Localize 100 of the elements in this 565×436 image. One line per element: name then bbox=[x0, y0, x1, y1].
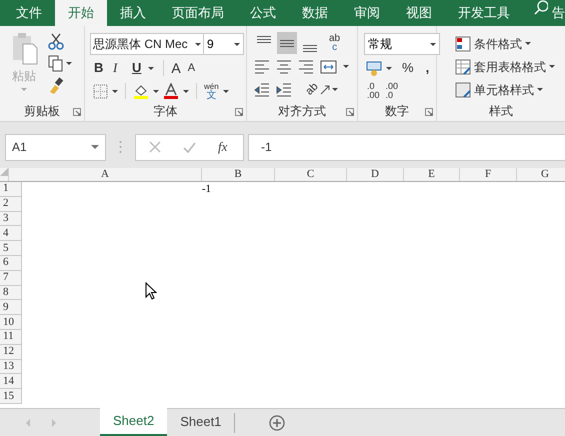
grip-icon bbox=[119, 140, 122, 154]
increase-decimal-button[interactable]: .0 .00 bbox=[367, 82, 380, 100]
column-header[interactable]: A bbox=[9, 168, 202, 181]
copy-icon bbox=[48, 55, 63, 72]
launcher-icon[interactable] bbox=[73, 108, 81, 116]
align-lines-icon bbox=[303, 44, 317, 52]
align-right-icon[interactable] bbox=[298, 58, 314, 74]
caret-icon[interactable] bbox=[430, 42, 436, 46]
caret-icon[interactable] bbox=[549, 65, 555, 68]
name-box[interactable]: A1 bbox=[5, 134, 106, 160]
caret-icon[interactable] bbox=[525, 42, 531, 45]
caret-icon[interactable] bbox=[234, 42, 240, 46]
caret-icon[interactable] bbox=[537, 88, 543, 91]
launcher-icon[interactable] bbox=[425, 108, 433, 116]
style-menu-button[interactable]: 单元格样式 bbox=[455, 80, 565, 99]
paintbrush-icon[interactable] bbox=[48, 77, 64, 94]
row-header[interactable]: 6 bbox=[0, 256, 22, 271]
underline-button[interactable]: U bbox=[132, 58, 142, 78]
caret-icon[interactable] bbox=[222, 90, 229, 92]
row-header[interactable]: 15 bbox=[0, 389, 22, 404]
column-header[interactable]: G bbox=[517, 168, 565, 181]
copy-button[interactable] bbox=[48, 55, 72, 72]
phonetic-button[interactable]: wén 文 bbox=[204, 82, 219, 100]
row-header[interactable]: 14 bbox=[0, 374, 22, 390]
increase-font-size-button[interactable]: A bbox=[171, 58, 181, 78]
align-center-icon[interactable] bbox=[276, 58, 292, 74]
row-header[interactable]: 1 bbox=[0, 182, 22, 197]
wrap-text-button[interactable]: ab c bbox=[329, 34, 340, 52]
row-header[interactable]: 7 bbox=[0, 270, 22, 286]
caret-icon[interactable] bbox=[148, 66, 154, 70]
add-sheet-icon[interactable] bbox=[269, 414, 286, 430]
decrease-font-size-button[interactable]: A bbox=[188, 60, 196, 76]
percent-button[interactable]: % bbox=[402, 58, 414, 78]
checkmark-icon[interactable] bbox=[183, 140, 196, 154]
bold-button[interactable]: B bbox=[94, 58, 106, 78]
row-header[interactable]: 13 bbox=[0, 360, 22, 374]
insert-function-button[interactable]: fx bbox=[218, 137, 228, 157]
caret-icon[interactable] bbox=[66, 62, 72, 65]
style-menu-button[interactable]: 套用表格格式 bbox=[455, 57, 565, 76]
table-cell: -1 bbox=[202, 184, 211, 195]
row-header[interactable]: 2 bbox=[0, 196, 22, 212]
currency-icon[interactable] bbox=[366, 60, 382, 76]
sheet-tab[interactable]: Sheet1 bbox=[167, 408, 234, 436]
increase-indent-icon[interactable] bbox=[276, 82, 292, 98]
caret-icon[interactable] bbox=[386, 66, 392, 70]
font-size-dropdown[interactable]: 9 bbox=[204, 33, 244, 55]
formula-input[interactable]: -1 bbox=[248, 134, 565, 160]
caret-icon[interactable] bbox=[91, 145, 99, 149]
ribbon-tab[interactable]: 数据 bbox=[289, 0, 341, 26]
ribbon-tab[interactable]: 页面布局 bbox=[159, 0, 237, 26]
column-header[interactable]: C bbox=[275, 168, 347, 181]
row-header[interactable]: 10 bbox=[0, 315, 22, 330]
align-left-icon[interactable] bbox=[254, 58, 270, 74]
caret-icon[interactable] bbox=[183, 90, 189, 92]
ribbon-tab[interactable]: 审阅 bbox=[341, 0, 393, 26]
row-header[interactable]: 12 bbox=[0, 344, 22, 360]
font-name-dropdown[interactable]: 思源黑体 CN Mec bbox=[90, 33, 204, 55]
row-header[interactable]: 9 bbox=[0, 300, 22, 316]
caret-icon[interactable] bbox=[332, 88, 338, 91]
conditional-format-icon bbox=[455, 36, 471, 52]
border-icon[interactable] bbox=[93, 84, 108, 98]
vertical-align-button[interactable] bbox=[277, 32, 297, 54]
launcher-icon[interactable] bbox=[346, 108, 354, 116]
row-header[interactable]: 11 bbox=[0, 330, 22, 345]
merge-cells-icon[interactable] bbox=[320, 58, 337, 74]
ribbon-tab[interactable]: 文件 bbox=[3, 0, 55, 26]
tell-me-text[interactable]: 告 bbox=[552, 3, 565, 23]
caret-icon[interactable] bbox=[153, 90, 159, 92]
arrow-icon bbox=[320, 84, 330, 94]
group-label: 对齐方式 bbox=[278, 103, 326, 120]
style-menu-button[interactable]: 条件格式 bbox=[455, 34, 565, 53]
column-header[interactable]: B bbox=[202, 168, 275, 181]
caret-icon[interactable] bbox=[112, 90, 118, 92]
comma-button[interactable]: , bbox=[426, 58, 430, 78]
ribbon-tab[interactable]: 插入 bbox=[107, 0, 159, 26]
fill-color-icon[interactable] bbox=[133, 82, 149, 100]
ribbon-tab[interactable]: 开始 bbox=[55, 0, 107, 26]
column-header[interactable]: D bbox=[347, 168, 404, 181]
column-header[interactable]: F bbox=[460, 168, 517, 181]
row-header[interactable]: 8 bbox=[0, 286, 22, 300]
row-header[interactable]: 3 bbox=[0, 212, 22, 226]
number-format-dropdown[interactable]: 常规 bbox=[364, 33, 440, 55]
decrease-indent-icon[interactable] bbox=[254, 82, 270, 98]
ribbon-tab[interactable]: 开发工具 bbox=[445, 0, 523, 26]
orientation-button[interactable]: ab bbox=[306, 81, 338, 98]
row-header[interactable]: 4 bbox=[0, 226, 22, 242]
decrease-decimal-button[interactable]: .00 .0 bbox=[386, 82, 398, 100]
font-color-icon[interactable] bbox=[163, 82, 179, 100]
sheet-tab[interactable]: Sheet2 bbox=[100, 408, 168, 436]
caret-icon[interactable] bbox=[195, 42, 201, 46]
scissors-icon[interactable] bbox=[48, 33, 64, 50]
column-header[interactable]: E bbox=[404, 168, 460, 181]
italic-button[interactable]: I bbox=[113, 58, 125, 78]
launcher-icon[interactable] bbox=[235, 108, 243, 116]
align-lines-icon bbox=[257, 35, 271, 43]
ribbon-tab[interactable]: 视图 bbox=[393, 0, 445, 26]
row-header[interactable]: 5 bbox=[0, 241, 22, 256]
ribbon-tab[interactable]: 公式 bbox=[237, 0, 289, 26]
search-icon[interactable] bbox=[534, 0, 548, 15]
caret-icon[interactable] bbox=[343, 65, 349, 68]
